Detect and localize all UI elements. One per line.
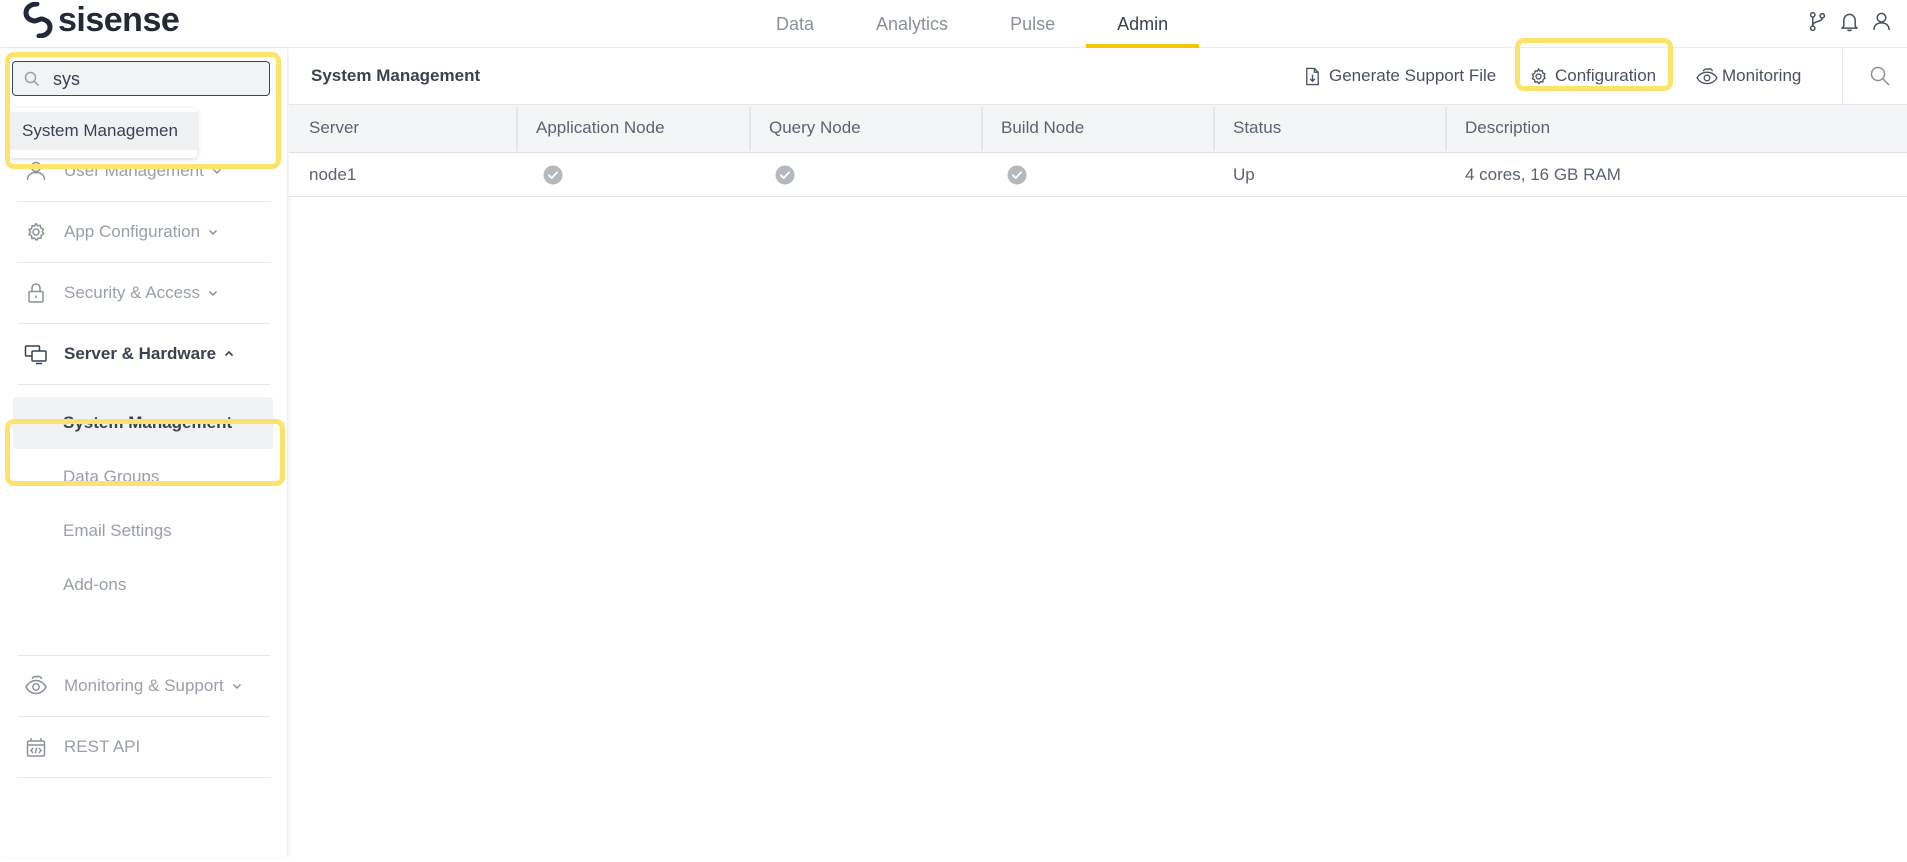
lock-icon <box>24 281 48 305</box>
table-row[interactable]: node1 Up 4 cores, 16 GB RAM <box>289 153 1907 197</box>
top-icons <box>1808 9 1891 33</box>
column-header-application-node[interactable]: Application Node <box>516 105 749 153</box>
header-divider <box>1842 49 1843 104</box>
sidebar-item-label: Server & Hardware <box>64 344 217 363</box>
sidebar-item-label: Monitoring & Support <box>64 676 224 695</box>
column-header-server[interactable]: Server <box>289 105 516 153</box>
nav-admin[interactable]: Admin <box>1086 0 1200 48</box>
chevron-down-icon <box>211 165 223 177</box>
sidebar-item-monitoring-support[interactable]: Monitoring & Support <box>18 656 270 717</box>
sidebar-item-security-access[interactable]: Security & Access <box>18 263 270 324</box>
chevron-up-icon <box>223 348 235 360</box>
git-branch-icon[interactable] <box>1808 9 1827 33</box>
sisense-logo[interactable]: sisense <box>22 1 180 39</box>
eye-cloud-icon <box>1696 67 1718 84</box>
sidebar-sub-item-email-settings[interactable]: Email Settings <box>13 505 273 557</box>
generate-support-file-button[interactable]: Generate Support File <box>1303 57 1496 95</box>
logo-text: sisense <box>58 1 180 39</box>
check-circle-icon <box>1007 165 1027 185</box>
generate-support-file-label: Generate Support File <box>1329 66 1497 85</box>
check-circle-icon <box>543 165 563 185</box>
sidebar-sub-item-add-ons[interactable]: Add-ons <box>13 559 273 611</box>
sidebar-item-app-configuration[interactable]: App Configuration <box>18 202 270 263</box>
cell-server: node1 <box>309 165 357 184</box>
configuration-button[interactable]: Configuration <box>1529 57 1656 95</box>
servers-table: Server Application Node Query Node Build… <box>289 105 1907 197</box>
monitors-icon <box>24 342 48 366</box>
sidebar-sub-item-system-management[interactable]: System Management <box>13 397 273 449</box>
sidebar-search-input[interactable] <box>53 66 253 92</box>
eye-cloud-icon <box>24 674 48 698</box>
file-download-icon <box>1306 67 1319 85</box>
sidebar-sub-item-data-groups[interactable]: Data Groups <box>13 451 273 503</box>
configuration-label: Configuration <box>1555 66 1657 85</box>
sidebar-search[interactable] <box>12 61 270 96</box>
column-header-query-node[interactable]: Query Node <box>749 105 981 153</box>
page-title: System Management <box>311 66 481 85</box>
cell-status: Up <box>1233 165 1255 184</box>
check-circle-icon <box>775 165 795 185</box>
top-bar: sisense Data Analytics Pulse Admin <box>0 0 1907 48</box>
user-icon <box>24 159 48 183</box>
sidebar-item-label: App Configuration <box>64 222 201 241</box>
monitoring-label: Monitoring <box>1722 66 1802 85</box>
chevron-down-icon <box>207 287 219 299</box>
user-profile-icon[interactable] <box>1872 9 1891 33</box>
sidebar-item-rest-api[interactable]: REST API <box>18 717 270 778</box>
table-header: Server Application Node Query Node Build… <box>289 105 1907 153</box>
column-header-status[interactable]: Status <box>1213 105 1445 153</box>
page-header: System Management Generate Support File … <box>289 38 1907 105</box>
search-icon <box>24 71 40 87</box>
bell-icon[interactable] <box>1840 9 1859 33</box>
gear-icon <box>24 220 48 244</box>
chevron-down-icon <box>207 226 219 238</box>
table-search-icon[interactable] <box>1869 65 1891 87</box>
sidebar-item-server-hardware[interactable]: Server & Hardware <box>18 324 270 385</box>
api-icon <box>24 735 48 759</box>
column-header-build-node[interactable]: Build Node <box>981 105 1213 153</box>
nav-analytics[interactable]: Analytics <box>845 0 979 48</box>
admin-sidebar: System Managemen User Management App Con… <box>0 49 288 857</box>
sidebar-item-label: Security & Access <box>64 283 201 302</box>
column-header-description[interactable]: Description <box>1445 105 1907 153</box>
main-nav: Data Analytics Pulse Admin <box>745 0 1200 48</box>
sidebar-item-label: REST API <box>64 737 141 756</box>
nav-pulse[interactable]: Pulse <box>979 0 1086 48</box>
cell-description: 4 cores, 16 GB RAM <box>1465 165 1621 184</box>
sidebar-item-user-management[interactable]: User Management <box>18 141 270 202</box>
gear-icon <box>1531 67 1546 84</box>
sisense-logo-icon <box>23 2 53 38</box>
sidebar-item-label: User Management <box>64 161 204 180</box>
chevron-down-icon <box>231 680 243 692</box>
monitoring-button[interactable]: Monitoring <box>1694 57 1801 95</box>
nav-data[interactable]: Data <box>745 0 845 48</box>
